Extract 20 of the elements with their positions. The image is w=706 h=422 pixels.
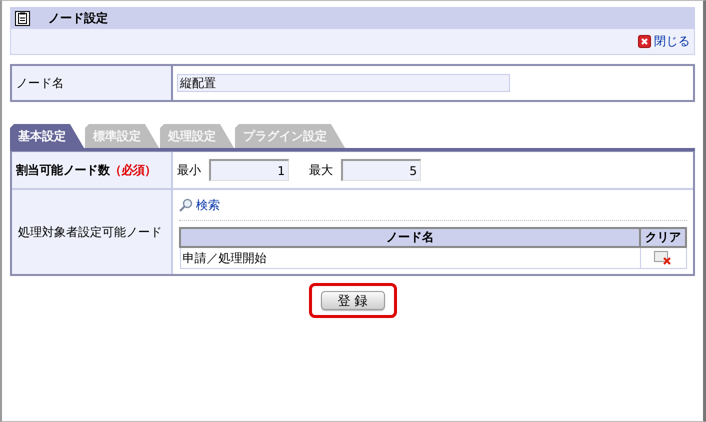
clipboard-icon <box>15 11 30 26</box>
close-icon <box>638 35 651 48</box>
max-field[interactable]: 5 <box>341 159 421 181</box>
search-icon <box>179 198 193 212</box>
register-button[interactable]: 登 録 <box>320 291 384 310</box>
close-link[interactable]: 閉じる <box>638 33 690 50</box>
tab[interactable]: 基本設定 <box>10 124 84 148</box>
max-label: 最大 <box>309 162 333 178</box>
node-name-field[interactable]: 縦配置 <box>177 74 510 92</box>
table-cell: 申請／処理開始 <box>180 247 640 268</box>
min-label: 最小 <box>177 162 201 178</box>
search-link[interactable]: 検索 <box>179 196 220 214</box>
min-field[interactable]: 1 <box>209 159 289 181</box>
clear-icon[interactable] <box>654 251 672 266</box>
field-label: 割当可能ノード数（必須） <box>12 152 173 188</box>
field-label: 処理対象者設定可能ノード <box>12 190 173 274</box>
field-label: ノード名 <box>12 66 173 100</box>
column-header: ノード名 <box>180 228 640 247</box>
window-title: ノード設定 <box>48 10 108 27</box>
column-header: クリア <box>640 228 686 247</box>
